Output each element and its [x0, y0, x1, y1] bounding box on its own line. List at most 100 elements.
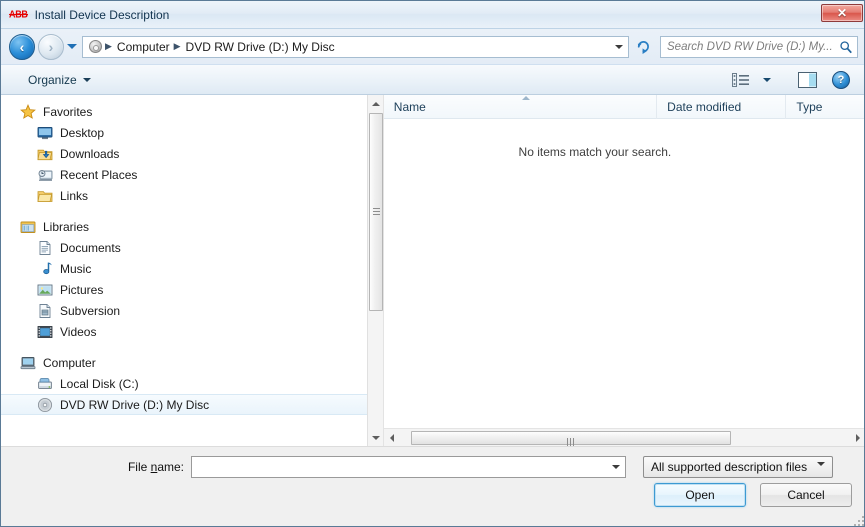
sidebar-item-label: Subversion	[60, 303, 121, 318]
sidebar-group-label: Libraries	[43, 219, 90, 234]
navigation-bar: ‹ › ▶ Computer ▶ DVD RW Drive (D:) My Di…	[1, 29, 864, 65]
sidebar-item-label: Links	[60, 188, 89, 203]
desktop-icon	[37, 126, 53, 139]
help-button[interactable]: ?	[832, 70, 850, 89]
scrollbar-grip-icon	[372, 208, 380, 216]
column-header-date-modified[interactable]: Date modified	[657, 95, 787, 119]
chevron-down-icon	[614, 44, 623, 49]
organize-button[interactable]: Organize	[23, 71, 96, 89]
toolbar: Organize ?	[1, 65, 864, 95]
file-list-pane: Name Date modified Type No items match y…	[383, 95, 864, 446]
downloads-icon	[37, 149, 53, 160]
file-name-row: File name: All supported description fil…	[1, 455, 864, 480]
sidebar-item-label: Local Disk (C:)	[60, 376, 139, 391]
sidebar-item-label: Pictures	[60, 282, 104, 297]
scrollbar-thumb[interactable]	[368, 113, 383, 311]
dialog-button-row: Open Cancel	[654, 483, 852, 507]
sidebar-item-videos[interactable]: Videos	[1, 321, 371, 342]
chevron-down-icon	[612, 465, 620, 469]
sidebar-item-label: Recent Places	[60, 167, 138, 182]
history-dropdown-button[interactable]	[64, 34, 80, 60]
sidebar-group-libraries[interactable]: Libraries	[1, 216, 371, 237]
address-bar[interactable]: ▶ Computer ▶ DVD RW Drive (D:) My Disc	[82, 35, 629, 58]
scroll-up-button[interactable]	[367, 95, 383, 112]
breadcrumb-dvd-drive[interactable]: DVD RW Drive (D:) My Disc	[183, 40, 338, 54]
preview-pane-icon	[797, 71, 817, 88]
column-header-type[interactable]: Type	[786, 95, 864, 119]
view-list-icon	[732, 72, 749, 87]
empty-list-message: No items match your search.	[518, 145, 672, 159]
sidebar-group-favorites[interactable]: Favorites	[1, 101, 371, 122]
sidebar-item-pictures[interactable]: Pictures	[1, 279, 371, 300]
abb-logo-icon: ABB	[9, 8, 28, 20]
chevron-down-icon	[82, 77, 91, 82]
view-dropdown-button[interactable]	[754, 69, 780, 91]
navigation-pane-scrollbar[interactable]	[366, 95, 383, 446]
sidebar-item-label: DVD RW Drive (D:) My Disc	[60, 397, 210, 412]
file-name-label: File name:	[1, 460, 191, 474]
scroll-left-button[interactable]	[384, 430, 401, 446]
scrollbar-grip-icon	[566, 435, 576, 446]
file-name-dropdown-button[interactable]	[608, 457, 624, 477]
help-label: ?	[837, 73, 845, 86]
close-button[interactable]: ✕	[821, 4, 863, 22]
libraries-icon	[20, 221, 36, 233]
open-button[interactable]: Open	[654, 483, 746, 507]
column-header-name[interactable]: Name	[384, 95, 658, 119]
disc-icon	[86, 39, 104, 55]
cancel-button[interactable]: Cancel	[760, 483, 852, 507]
sidebar-item-music[interactable]: Music	[1, 258, 371, 279]
sidebar-item-label: Videos	[60, 324, 97, 339]
column-header-row: Name Date modified Type	[383, 95, 864, 119]
address-dropdown-button[interactable]	[610, 37, 627, 57]
sidebar-item-links[interactable]: Links	[1, 185, 371, 206]
chevron-down-icon	[67, 44, 77, 49]
navigation-tree: Favorites Desktop Downloads Recent Place…	[1, 95, 371, 415]
sidebar-item-documents[interactable]: Documents	[1, 237, 371, 258]
scrollbar-thumb[interactable]	[410, 430, 731, 446]
recent-places-icon	[38, 169, 53, 181]
file-name-input[interactable]	[191, 456, 626, 478]
install-device-description-dialog: ABB Install Device Description ✕ ‹ › ▶ C…	[0, 0, 865, 527]
scroll-down-button[interactable]	[367, 429, 383, 446]
sidebar-item-desktop[interactable]: Desktop	[1, 122, 371, 143]
forward-arrow-icon: ›	[48, 38, 54, 55]
sidebar-item-label: Documents	[60, 240, 121, 255]
sidebar-item-subversion[interactable]: Subversion	[1, 300, 371, 321]
organize-label: Organize	[28, 72, 77, 87]
computer-icon	[20, 356, 36, 369]
sidebar-item-recent-places[interactable]: Recent Places	[1, 164, 371, 185]
breadcrumb-computer[interactable]: Computer	[114, 40, 173, 54]
file-type-filter-select[interactable]: All supported description files (	[643, 456, 833, 480]
sort-ascending-icon	[521, 95, 530, 100]
sidebar-group-computer[interactable]: Computer	[1, 352, 371, 373]
search-input[interactable]: Search DVD RW Drive (D:) My...	[667, 41, 833, 53]
sidebar-item-dvd-rw-drive[interactable]: DVD RW Drive (D:) My Disc	[1, 394, 371, 415]
title-bar: ABB Install Device Description ✕	[1, 1, 864, 29]
change-view-button[interactable]	[728, 69, 754, 91]
file-name-label-pre: File	[127, 460, 151, 474]
music-note-icon	[43, 262, 52, 274]
back-button[interactable]: ‹	[9, 33, 35, 60]
close-icon: ✕	[836, 6, 848, 20]
scroll-right-button[interactable]	[849, 430, 864, 446]
picture-icon	[37, 284, 53, 295]
chevron-right-icon	[855, 433, 860, 442]
forward-button[interactable]: ›	[38, 33, 64, 60]
chevron-up-icon	[371, 101, 380, 106]
preview-pane-button[interactable]	[794, 69, 820, 91]
sidebar-group-label: Favorites	[43, 104, 93, 119]
content-area: Favorites Desktop Downloads Recent Place…	[1, 95, 864, 446]
sidebar-item-local-disk-c[interactable]: Local Disk (C:)	[1, 373, 371, 394]
file-list-horizontal-scrollbar[interactable]	[383, 428, 864, 446]
refresh-button[interactable]	[632, 36, 654, 58]
search-box[interactable]: Search DVD RW Drive (D:) My...	[660, 35, 858, 58]
toolbar-right-group: ?	[728, 69, 850, 91]
document-icon	[39, 240, 51, 255]
sidebar-item-downloads[interactable]: Downloads	[1, 143, 371, 164]
refresh-icon	[637, 41, 649, 54]
scrollbar-track[interactable]	[401, 430, 849, 446]
resize-grip-icon[interactable]	[852, 514, 864, 526]
chevron-left-icon	[390, 433, 395, 442]
